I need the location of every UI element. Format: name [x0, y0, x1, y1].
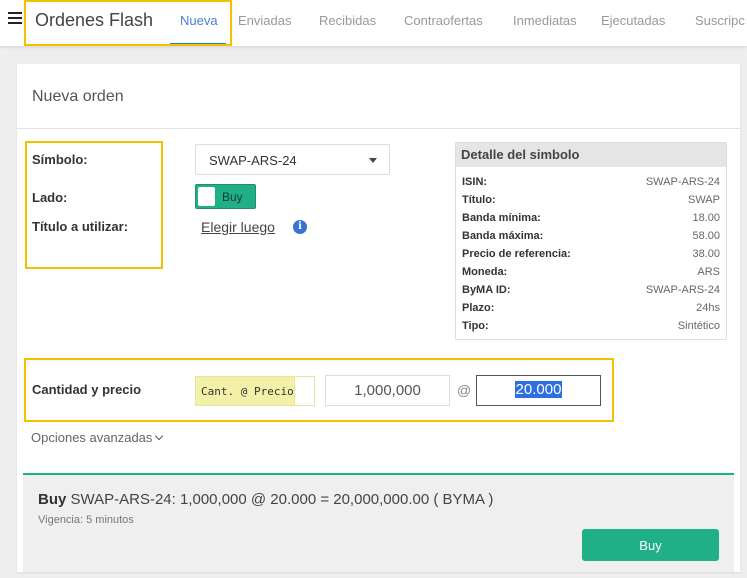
mode-switch[interactable]: Cant. @ Precio: [195, 376, 315, 406]
detail-value: 38.00 [692, 248, 720, 260]
side-toggle[interactable]: Buy [195, 184, 256, 209]
detail-value: 18.00 [692, 212, 720, 224]
info-icon[interactable]: i [293, 220, 307, 234]
app-title: Ordenes Flash [35, 10, 154, 30]
buy-button[interactable]: Buy [582, 529, 719, 561]
menu-icon[interactable] [8, 12, 22, 26]
detail-key: Banda mínima: [462, 212, 541, 224]
price-input[interactable]: 20.000 [476, 375, 601, 406]
tab-ejecutadas[interactable]: Ejecutadas [601, 13, 665, 28]
chevron-down-icon [369, 158, 377, 163]
tab-nueva[interactable]: Nueva [180, 13, 218, 28]
tab-recibidas[interactable]: Recibidas [319, 13, 376, 28]
divider [17, 128, 740, 129]
detail-value: SWAP-ARS-24 [645, 284, 720, 296]
side-toggle-label: Buy [222, 190, 243, 204]
summary-side: Buy [38, 491, 67, 508]
detail-key: Banda máxima: [462, 230, 544, 242]
tab-suscripciones[interactable]: Suscripc [695, 13, 745, 28]
lado-label: Lado: [32, 190, 68, 205]
cantidad-precio-label: Cantidad y precio [32, 382, 142, 397]
detail-value: SWAP-ARS-24 [645, 176, 720, 188]
detail-value: Sintético [677, 320, 720, 332]
toggle-knob [198, 187, 215, 206]
quantity-input[interactable]: 1,000,000 [325, 375, 450, 406]
detail-key: ByMA ID: [462, 284, 511, 296]
symbol-select-value: SWAP-ARS-24 [209, 153, 297, 168]
detail-value: 58.00 [692, 230, 720, 242]
detail-key: Moneda: [462, 266, 508, 278]
detail-value: SWAP [688, 194, 720, 206]
choose-later-link[interactable]: Elegir luego [201, 219, 275, 235]
card-title: Nueva orden [32, 88, 124, 105]
tab-contraofertas[interactable]: Contraofertas [404, 13, 483, 28]
active-tab-indicator [170, 43, 226, 46]
at-symbol: @ [457, 382, 472, 398]
simbolo-label: Símbolo: [32, 152, 88, 167]
order-summary: Buy SWAP-ARS-24: 1,000,000 @ 20.000 = 20… [23, 473, 734, 572]
detail-title: Detalle del simbolo [456, 143, 726, 167]
detail-key: ISIN: [462, 176, 488, 188]
mode-switch-label: Cant. @ Precio: [201, 385, 301, 398]
detail-value: 24hs [696, 302, 720, 314]
mode-switch-knob [294, 377, 314, 405]
symbol-select[interactable]: SWAP-ARS-24 [195, 144, 390, 175]
detail-key: Precio de referencia: [462, 248, 571, 260]
price-input-value: 20.000 [514, 381, 563, 398]
titulo-label: Título a utilizar: [32, 219, 129, 234]
top-navbar: Ordenes Flash Nueva Enviadas Recibidas C… [0, 0, 747, 46]
chevron-down-icon [155, 431, 164, 441]
detail-key: Plazo: [462, 302, 495, 314]
detail-key: Tipo: [462, 320, 489, 332]
vigencia-text: Vigencia: 5 minutos [38, 514, 134, 526]
detail-key: Título: [462, 194, 496, 206]
tab-enviadas[interactable]: Enviadas [238, 13, 291, 28]
new-order-card: Nueva orden Símbolo: Lado: Título a util… [17, 64, 740, 572]
advanced-options-toggle[interactable]: Opciones avanzadas [31, 430, 164, 445]
tab-inmediatas[interactable]: Inmediatas [513, 13, 577, 28]
summary-line: Buy SWAP-ARS-24: 1,000,000 @ 20.000 = 20… [38, 491, 493, 508]
advanced-options-label: Opciones avanzadas [31, 430, 153, 445]
symbol-detail-panel: Detalle del simbolo ISIN: SWAP-ARS-24 Tít… [455, 142, 727, 340]
summary-text: SWAP-ARS-24: 1,000,000 @ 20.000 = 20,000… [70, 491, 494, 508]
detail-value: ARS [697, 266, 720, 278]
